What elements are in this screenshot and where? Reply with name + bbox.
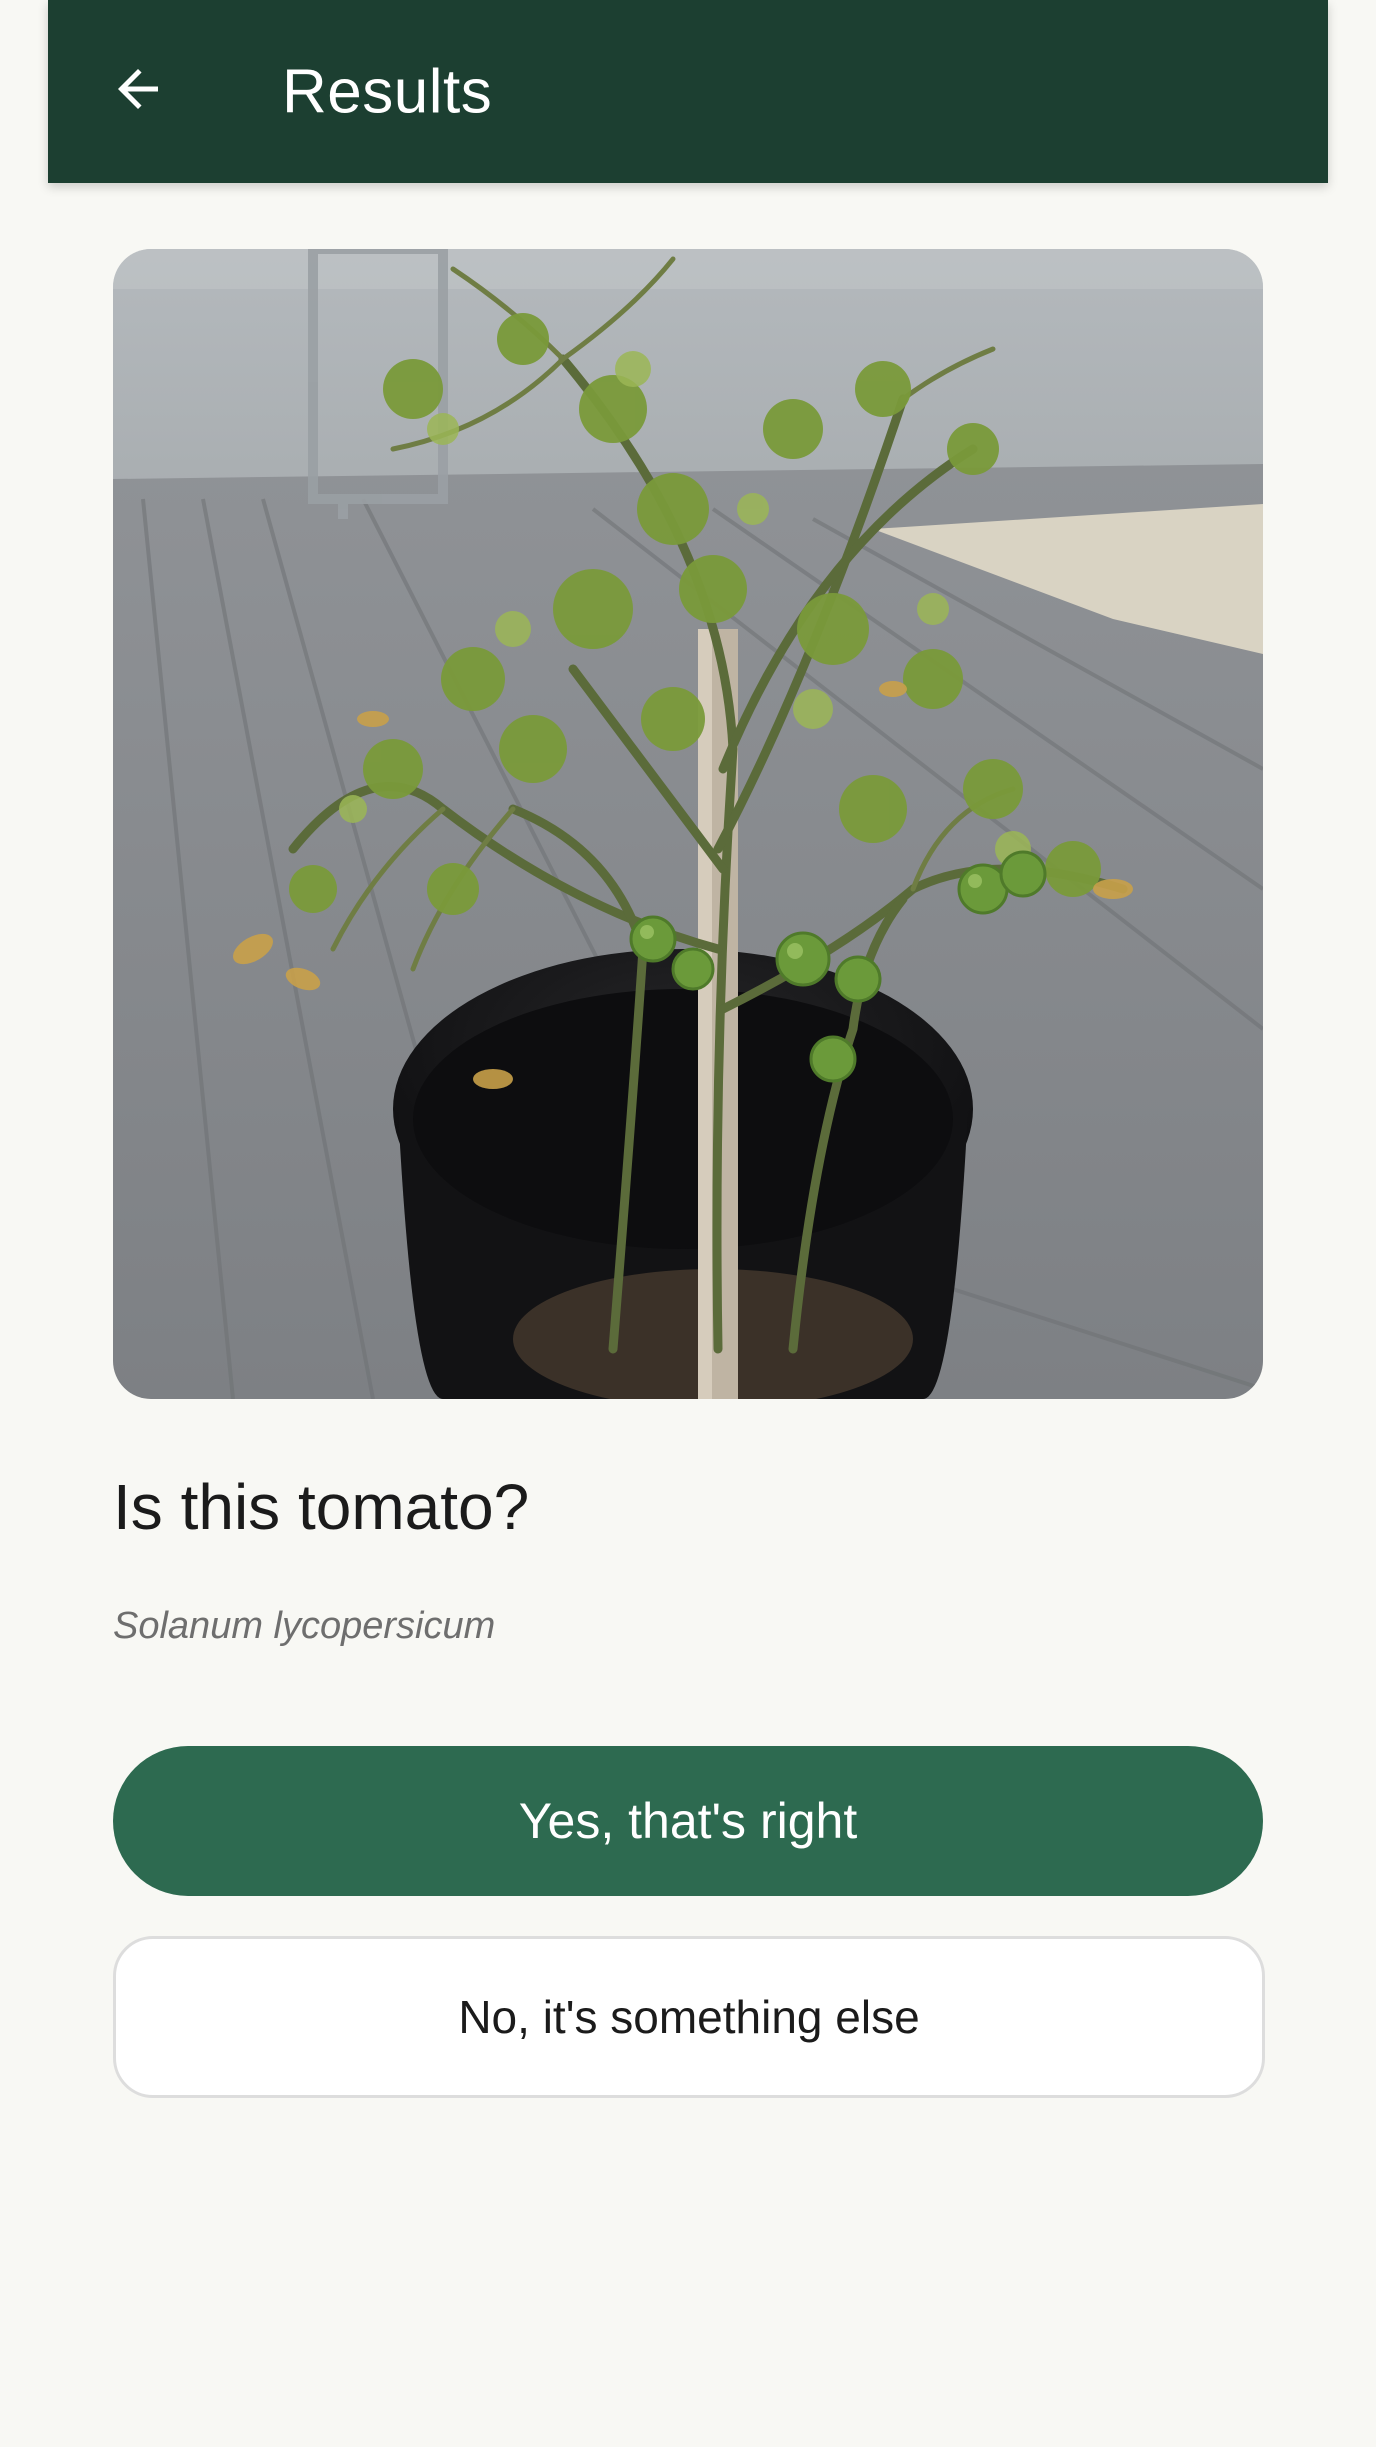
back-button[interactable] bbox=[98, 52, 178, 132]
reject-button[interactable]: No, it's something else bbox=[113, 1936, 1265, 2098]
scientific-name: Solanum lycopersicum bbox=[113, 1605, 496, 1647]
arrow-left-icon bbox=[108, 59, 168, 124]
app-bar: Results bbox=[48, 0, 1328, 183]
plant-photo bbox=[113, 249, 1263, 1399]
identification-question: Is this tomato? bbox=[113, 1471, 530, 1543]
confirm-button[interactable]: Yes, that's right bbox=[113, 1746, 1263, 1896]
page-title: Results bbox=[282, 57, 493, 126]
